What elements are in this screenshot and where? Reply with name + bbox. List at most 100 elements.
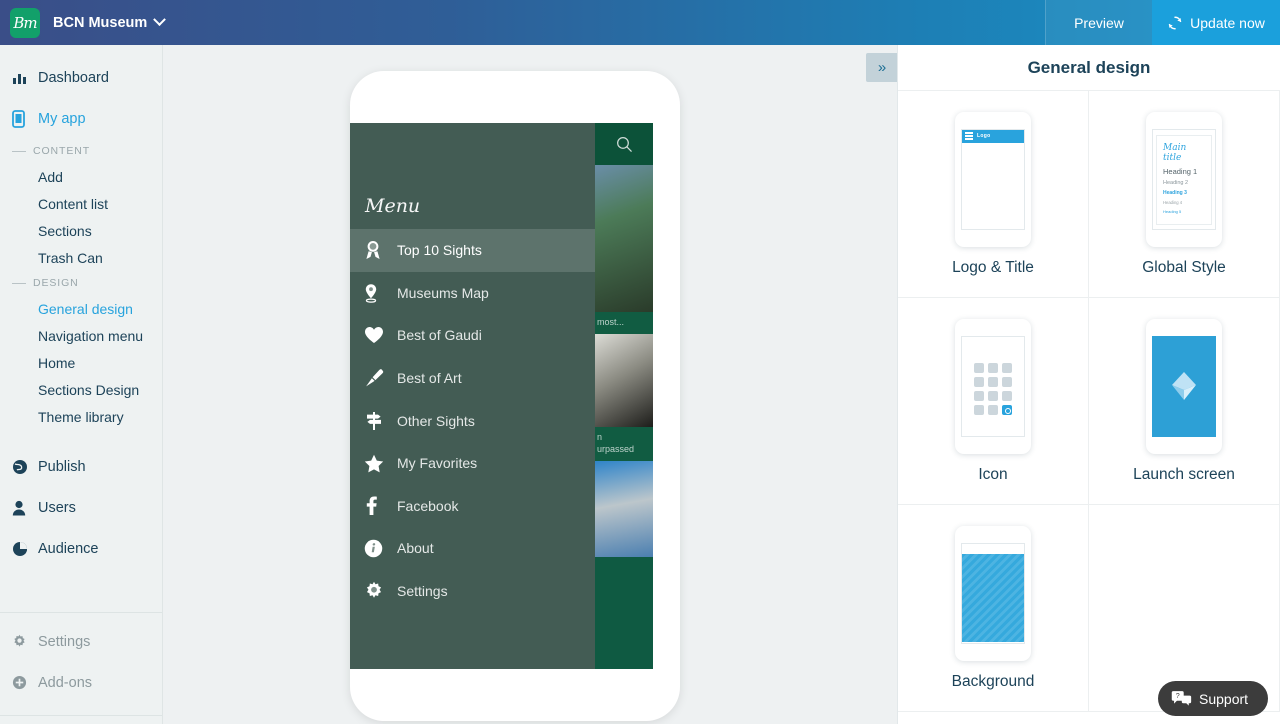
preview-main-title: Main title — [1163, 143, 1205, 163]
sidebar-group-label: CONTENT — [33, 145, 90, 157]
menu-item-facebook[interactable]: Facebook — [350, 485, 595, 528]
sidebar-item-settings[interactable]: Settings — [0, 621, 162, 662]
sidebar-item-users[interactable]: Users — [0, 487, 162, 528]
design-card-icon[interactable]: Icon — [898, 298, 1089, 505]
menu-title: Menu — [350, 123, 595, 217]
star-icon — [364, 454, 397, 473]
menu-item-label: Facebook — [397, 498, 458, 514]
background-pattern — [962, 554, 1025, 642]
preview-heading-2: Heading 2 — [1163, 180, 1205, 186]
search-icon[interactable] — [615, 135, 634, 154]
global-style-preview: Main title Heading 1 Heading 2 Heading 3… — [1146, 112, 1222, 247]
menu-item-settings[interactable]: Settings — [350, 570, 595, 613]
sidebar-item-general-design[interactable]: General design — [0, 295, 162, 322]
user-account-row[interactable]: R Robert Brandl — [0, 716, 162, 724]
preview-heading-5: Heading 5 — [1163, 209, 1205, 214]
preview-app-bar: Logo — [962, 130, 1024, 143]
preview-canvas: most... n urpassed Menu Top 10 Sights — [163, 45, 897, 724]
content-card-image — [595, 334, 653, 427]
app-icon-grid — [974, 363, 1012, 415]
design-card-label: Icon — [978, 466, 1007, 484]
mobile-icon — [12, 110, 38, 128]
award-ribbon-icon — [364, 240, 397, 260]
sidebar-group-content: CONTENT — [0, 139, 162, 163]
menu-item-label: Museums Map — [397, 285, 489, 301]
preview-heading-3: Heading 3 — [1163, 190, 1205, 196]
sidebar-item-theme-library[interactable]: Theme library — [0, 403, 162, 430]
menu-item-museums-map[interactable]: Museums Map — [350, 272, 595, 315]
chat-question-icon: ? — [1171, 690, 1192, 708]
preview-button[interactable]: Preview — [1045, 0, 1152, 45]
sidebar-item-label: Dashboard — [38, 70, 109, 86]
preview-heading-4: Heading 4 — [1163, 200, 1205, 205]
chevron-down-icon — [153, 13, 166, 26]
support-label: Support — [1199, 691, 1248, 707]
refresh-icon — [1167, 15, 1183, 31]
menu-item-my-favorites[interactable]: My Favorites — [350, 442, 595, 485]
signpost-icon — [364, 411, 397, 431]
content-card-caption: most... — [595, 312, 653, 334]
menu-item-label: Other Sights — [397, 413, 475, 429]
sidebar-item-label: Publish — [38, 459, 86, 475]
sidebar-item-add[interactable]: Add — [0, 163, 162, 190]
user-icon — [12, 500, 38, 516]
menu-item-top-10-sights[interactable]: Top 10 Sights — [350, 229, 595, 272]
content-card-image — [595, 165, 653, 312]
facebook-icon — [364, 496, 397, 516]
menu-item-best-of-art[interactable]: Best of Art — [350, 357, 595, 400]
collapse-panel-button[interactable]: » — [866, 53, 898, 82]
design-card-label: Launch screen — [1133, 466, 1235, 484]
pie-chart-icon — [12, 541, 38, 557]
support-button[interactable]: ? Support — [1158, 681, 1268, 716]
sidebar-item-audience[interactable]: Audience — [0, 528, 162, 569]
sidebar-item-add-ons[interactable]: Add-ons — [0, 662, 162, 703]
menu-item-best-of-gaudi[interactable]: Best of Gaudi — [350, 314, 595, 357]
update-now-button[interactable]: Update now — [1152, 0, 1280, 45]
top-header-bar: Bm BCN Museum Preview Update now — [0, 0, 1280, 45]
selected-app-icon — [1002, 405, 1012, 415]
sidebar-item-navigation-menu[interactable]: Navigation menu — [0, 322, 162, 349]
sidebar-item-label: Settings — [38, 634, 90, 650]
logo-title-preview: Logo — [955, 112, 1031, 247]
preview-logo-label: Logo — [977, 133, 990, 139]
design-card-logo-title[interactable]: Logo Logo & Title — [898, 91, 1089, 298]
brand-logo-icon: Bm — [10, 8, 40, 38]
icon-preview — [955, 319, 1031, 454]
sidebar-item-my-app[interactable]: My app — [0, 98, 162, 139]
design-card-label: Logo & Title — [952, 259, 1034, 277]
sidebar-item-dashboard[interactable]: Dashboard — [0, 57, 162, 98]
design-card-launch-screen[interactable]: Launch screen — [1089, 298, 1280, 505]
sidebar-item-sections-design[interactable]: Sections Design — [0, 376, 162, 403]
sidebar-item-content-list[interactable]: Content list — [0, 190, 162, 217]
design-card-label: Background — [952, 673, 1035, 691]
menu-item-label: Top 10 Sights — [397, 242, 482, 258]
group-dash — [12, 151, 26, 152]
left-sidebar: Dashboard My app CONTENT Add Content lis… — [0, 45, 163, 724]
design-card-global-style[interactable]: Main title Heading 1 Heading 2 Heading 3… — [1089, 91, 1280, 298]
design-card-grid: Logo Logo & Title Main title Heading 1 H… — [898, 91, 1280, 712]
sidebar-group-design: DESIGN — [0, 271, 162, 295]
plus-circle-icon — [12, 675, 38, 690]
right-panel: General design Logo Logo & Title — [897, 45, 1280, 724]
phone-screen: most... n urpassed Menu Top 10 Sights — [350, 123, 653, 669]
sidebar-item-home[interactable]: Home — [0, 349, 162, 376]
sidebar-item-trash-can[interactable]: Trash Can — [0, 244, 162, 271]
brand-selector[interactable]: Bm BCN Museum — [0, 0, 1045, 45]
paintbrush-icon — [364, 368, 397, 388]
map-pin-icon — [364, 283, 397, 303]
brand-name-label: BCN Museum — [53, 15, 147, 31]
menu-item-label: Best of Gaudi — [397, 327, 482, 343]
gear-icon — [364, 581, 397, 601]
menu-item-other-sights[interactable]: Other Sights — [350, 399, 595, 442]
sidebar-item-label: Add-ons — [38, 675, 92, 691]
phone-preview-frame: most... n urpassed Menu Top 10 Sights — [350, 71, 680, 721]
launch-screen-preview — [1146, 319, 1222, 454]
sidebar-item-publish[interactable]: Publish — [0, 446, 162, 487]
sidebar-item-sections[interactable]: Sections — [0, 217, 162, 244]
gear-icon — [12, 634, 38, 649]
menu-item-about[interactable]: About — [350, 527, 595, 570]
design-card-background[interactable]: Background — [898, 505, 1089, 712]
diamond-logo-icon — [1167, 369, 1201, 403]
update-now-label: Update now — [1190, 15, 1265, 31]
preview-heading-1: Heading 1 — [1163, 167, 1205, 176]
